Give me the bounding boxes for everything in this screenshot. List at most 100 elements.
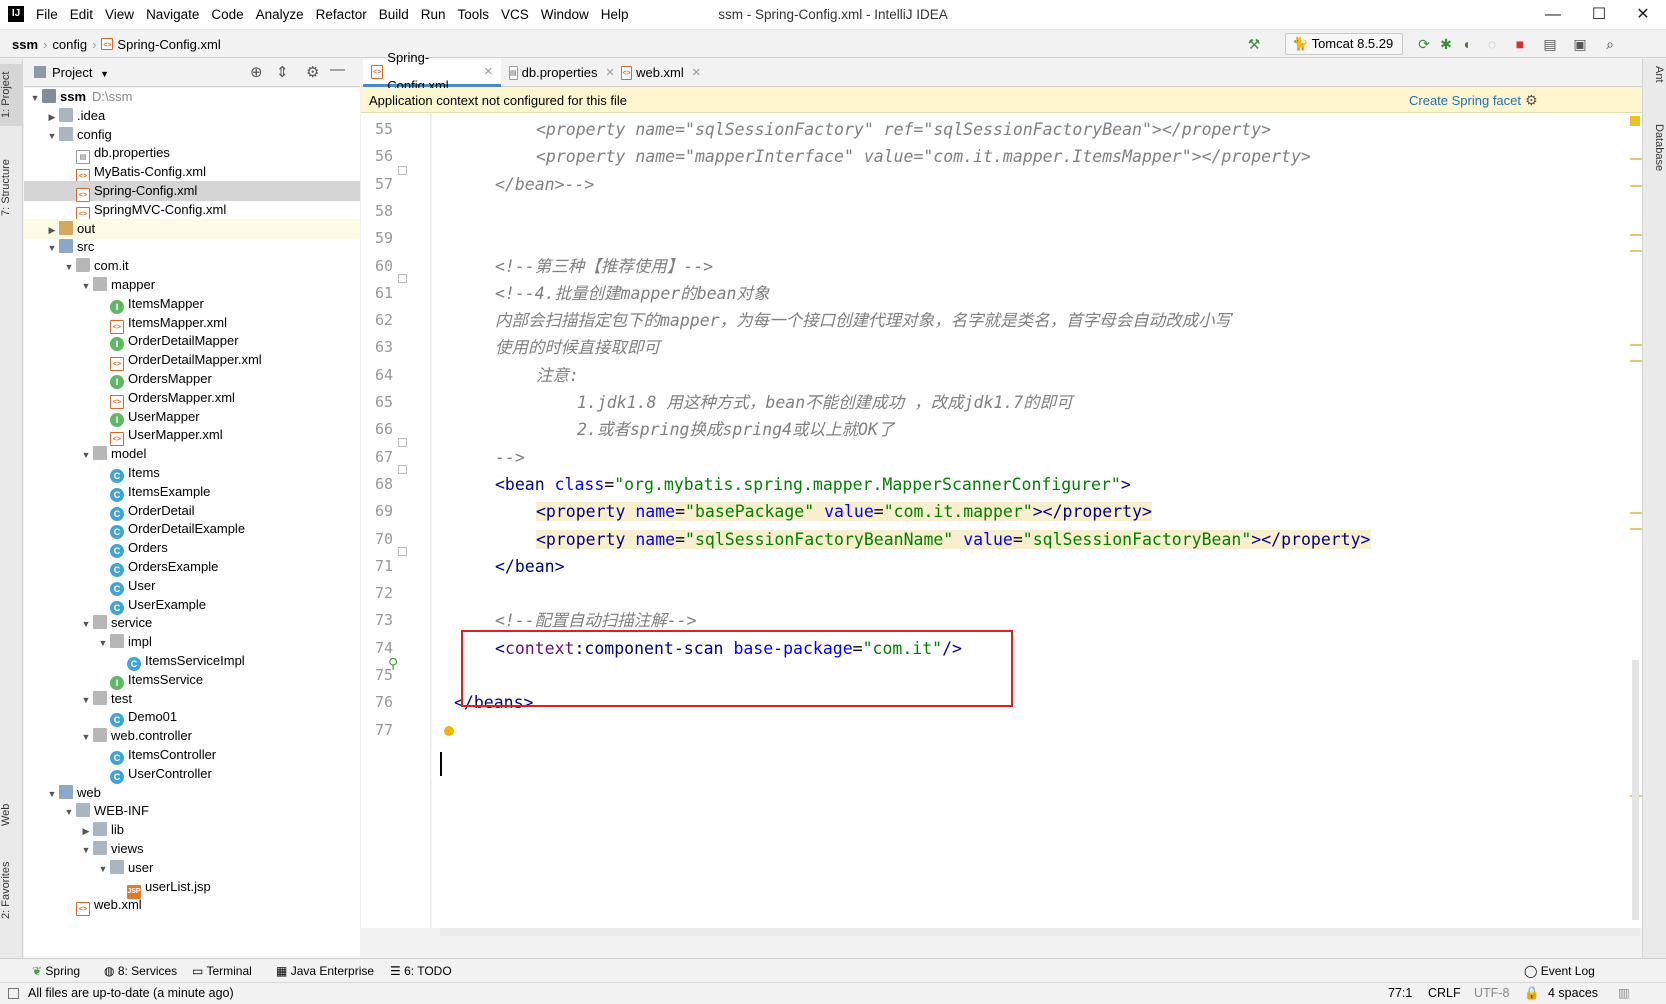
- tool-tab-favorites[interactable]: 2: Favorites: [0, 855, 23, 925]
- tree-item[interactable]: ▤ db.properties: [24, 143, 360, 165]
- fold-marker-icon[interactable]: [398, 465, 407, 474]
- search-icon[interactable]: ⌕: [1600, 34, 1620, 54]
- tree-item[interactable]: C OrdersExample: [24, 557, 360, 577]
- breadcrumb-item[interactable]: Spring-Config.xml: [117, 37, 220, 52]
- error-stripe-mark[interactable]: [1630, 512, 1642, 514]
- error-stripe-mark[interactable]: [1630, 528, 1642, 530]
- gear-icon[interactable]: ⚙: [306, 63, 319, 81]
- terminal-tool-button[interactable]: ▭ Terminal: [192, 959, 252, 983]
- gear-icon[interactable]: ⚙: [1525, 88, 1538, 113]
- tree-item[interactable]: ▶ lib: [24, 820, 360, 840]
- tree-item[interactable]: C Orders: [24, 538, 360, 559]
- hide-panel-icon[interactable]: —: [330, 61, 345, 78]
- line-separator[interactable]: CRLF: [1428, 983, 1461, 1004]
- tree-item[interactable]: C UserController: [24, 764, 360, 784]
- fold-marker-icon[interactable]: [398, 547, 407, 556]
- menu-window[interactable]: Window: [535, 0, 595, 30]
- menu-navigate[interactable]: Navigate: [140, 0, 205, 30]
- tree-item[interactable]: ▼ src: [24, 237, 360, 257]
- tree-item[interactable]: ▼ model: [24, 444, 360, 464]
- collapse-all-icon[interactable]: ⇕: [276, 63, 289, 81]
- build-icon[interactable]: ⚒: [1244, 34, 1264, 54]
- menu-run[interactable]: Run: [415, 0, 452, 30]
- fold-marker-icon[interactable]: [398, 274, 407, 283]
- menu-refactor[interactable]: Refactor: [310, 0, 373, 30]
- breadcrumb-item[interactable]: config: [52, 37, 87, 52]
- tab-db-properties[interactable]: ▤ db.properties ✕: [501, 59, 615, 87]
- tree-item[interactable]: ▼ service: [24, 613, 360, 633]
- java-enterprise-tool-button[interactable]: ▦ Java Enterprise: [276, 959, 374, 983]
- tree-item[interactable]: <> UserMapper.xml: [24, 425, 360, 447]
- tree-item[interactable]: ▼ mapper: [24, 275, 360, 295]
- error-stripe-mark[interactable]: [1630, 344, 1642, 346]
- tree-item[interactable]: C Items: [24, 463, 360, 483]
- maximize-icon[interactable]: ☐: [1576, 0, 1622, 30]
- indent-setting[interactable]: 4 spaces: [1548, 983, 1598, 1004]
- tree-item[interactable]: <> web.xml: [24, 895, 360, 917]
- code-editor[interactable]: <property name="sqlSessionFactory" ref="…: [432, 113, 1642, 928]
- fold-marker-icon[interactable]: [398, 166, 407, 175]
- tool-tab-structure[interactable]: 7: Structure: [0, 150, 23, 225]
- tool-tab-ant[interactable]: Ant: [1645, 66, 1665, 106]
- tree-item[interactable]: <> MyBatis-Config.xml: [24, 162, 360, 184]
- lock-icon[interactable]: 🔒: [1524, 983, 1540, 1004]
- tree-item[interactable]: ▼ test: [24, 689, 360, 709]
- rerun-icon[interactable]: ⟳: [1414, 34, 1434, 54]
- tree-item[interactable]: ▼ impl: [24, 632, 360, 652]
- horizontal-scrollbar[interactable]: [440, 928, 1640, 936]
- tree-item[interactable]: C ItemsController: [24, 745, 360, 765]
- tree-item[interactable]: ▶ out: [24, 218, 360, 239]
- project-structure-icon[interactable]: ▤: [1540, 34, 1560, 54]
- todo-tool-button[interactable]: ☰ 6: TODO: [390, 959, 452, 983]
- tree-item[interactable]: JSP userList.jsp: [24, 877, 360, 899]
- tree-item[interactable]: <> SpringMVC-Config.xml: [24, 200, 360, 221]
- tree-item[interactable]: I ItemsService: [24, 670, 360, 690]
- tree-item[interactable]: ▼ WEB-INF: [24, 801, 360, 821]
- close-tab-icon[interactable]: ✕: [484, 58, 493, 86]
- tree-item[interactable]: <> Spring-Config.xml: [24, 181, 360, 202]
- tree-item[interactable]: I ItemsMapper: [24, 294, 360, 314]
- inspection-status-icon[interactable]: [1630, 116, 1640, 126]
- stop-icon[interactable]: ■: [1510, 34, 1530, 54]
- tree-item[interactable]: ▼ ssm D:\ssm: [24, 88, 360, 107]
- memory-indicator-icon[interactable]: ▥: [1618, 983, 1630, 1004]
- error-stripe-mark[interactable]: [1630, 360, 1642, 362]
- tree-item[interactable]: I OrderDetailMapper: [24, 331, 360, 352]
- menu-help[interactable]: Help: [595, 0, 635, 30]
- coverage-icon[interactable]: ◐: [1458, 34, 1478, 54]
- vertical-scrollbar[interactable]: [1632, 660, 1639, 920]
- spring-tool-button[interactable]: ❦ Spring: [32, 959, 80, 983]
- tree-item[interactable]: C UserExample: [24, 595, 360, 615]
- tree-item[interactable]: C ItemsExample: [24, 482, 360, 502]
- menu-build[interactable]: Build: [373, 0, 415, 30]
- tree-item[interactable]: ▼ web.controller: [24, 726, 360, 746]
- tree-item[interactable]: C ItemsServiceImpl: [24, 651, 360, 671]
- tree-item[interactable]: ▼ com.it: [24, 256, 360, 276]
- minimize-icon[interactable]: —: [1530, 0, 1576, 30]
- caret-position[interactable]: 77:1: [1388, 983, 1412, 1004]
- presentation-icon[interactable]: ▣: [1570, 34, 1590, 54]
- debug-icon[interactable]: ✱: [1436, 34, 1456, 54]
- run-configuration-select[interactable]: 🐈 Tomcat 8.5.29 ▼: [1285, 33, 1403, 69]
- spring-bean-gutter-icon[interactable]: ⚲: [388, 655, 398, 672]
- close-icon[interactable]: ✕: [1620, 0, 1666, 30]
- tree-item[interactable]: <> OrderDetailMapper.xml: [24, 350, 360, 372]
- tree-item[interactable]: C Demo01: [24, 707, 360, 728]
- event-log-tool-button[interactable]: ◯ Event Log: [1524, 959, 1595, 983]
- file-encoding[interactable]: UTF-8: [1474, 983, 1509, 1004]
- tree-item[interactable]: C OrderDetail: [24, 501, 360, 521]
- menu-vcs[interactable]: VCS: [495, 0, 535, 30]
- menu-view[interactable]: View: [99, 0, 140, 30]
- profile-icon[interactable]: ◌: [1482, 34, 1502, 54]
- tree-item[interactable]: ▶ .idea: [24, 106, 360, 126]
- error-stripe-mark[interactable]: [1630, 234, 1642, 236]
- menu-edit[interactable]: Edit: [64, 0, 99, 30]
- menu-analyze[interactable]: Analyze: [250, 0, 310, 30]
- error-stripe-mark[interactable]: [1630, 185, 1642, 187]
- services-tool-button[interactable]: ◍ 8: Services: [104, 959, 177, 983]
- tree-item[interactable]: <> OrdersMapper.xml: [24, 388, 360, 409]
- tree-item[interactable]: ▼ web: [24, 783, 360, 803]
- tool-tab-web[interactable]: Web: [0, 795, 23, 835]
- tree-item[interactable]: ▼ config: [24, 125, 360, 145]
- tree-item[interactable]: C User: [24, 576, 360, 596]
